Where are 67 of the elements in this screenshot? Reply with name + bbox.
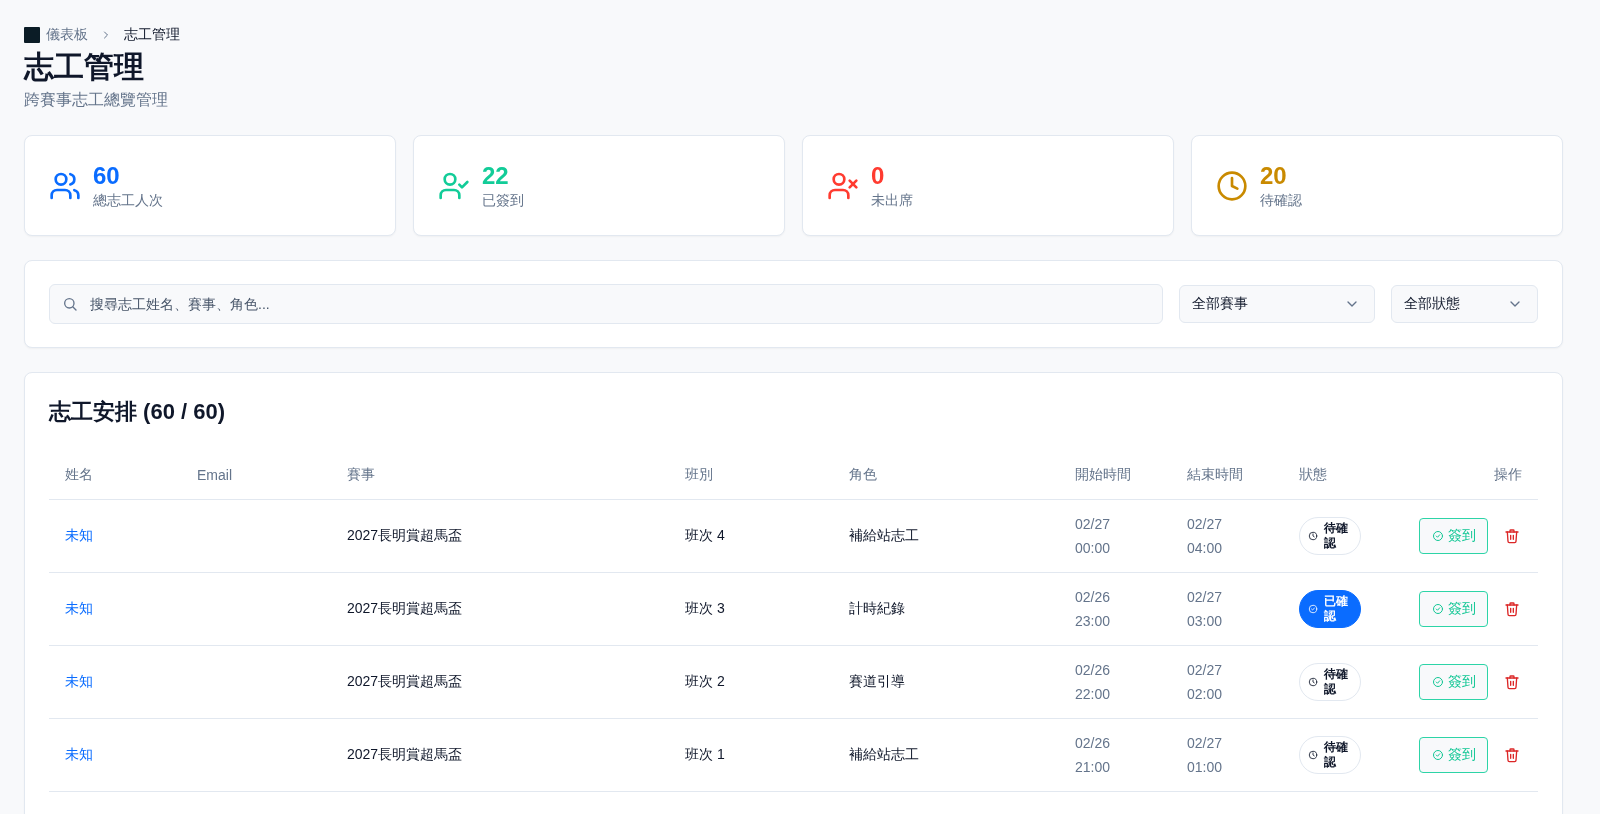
search-icon [62, 296, 78, 312]
table-cell: 計時紀錄 [849, 600, 905, 616]
trash-icon [1504, 674, 1520, 690]
column-header: 開始時間 [1075, 466, 1131, 482]
time-cell-text: 02/27 01:00 [1187, 734, 1224, 777]
filter-dropdown[interactable]: 全部賽事 [1179, 285, 1375, 323]
stat-value: 0 [871, 161, 886, 190]
stat-value: 22 [482, 161, 510, 190]
breadcrumb-link[interactable]: 儀表板 [46, 26, 88, 44]
column-header: 結束時間 [1187, 466, 1243, 482]
table-cell: 班次 1 [685, 746, 725, 762]
table-cell: 班次 2 [685, 673, 725, 689]
search-input[interactable]: 搜尋志工姓名、賽事、角色... [88, 295, 1150, 313]
check-circle-icon [1308, 604, 1318, 614]
clock-icon [1308, 677, 1318, 687]
clock-icon [1308, 750, 1318, 760]
volunteer-name-link[interactable]: 未知 [65, 600, 93, 616]
table-cell: 班次 4 [685, 527, 725, 543]
check-circle-icon [1431, 530, 1444, 542]
stat-label: 待確認 [1260, 191, 1302, 210]
status-badge: 待確認 [1299, 517, 1361, 555]
stat-label: 未出席 [871, 191, 913, 210]
table-cell: 2027長明賞超馬盃 [347, 746, 463, 762]
trash-icon [1504, 601, 1520, 617]
trash-icon [1504, 528, 1520, 544]
time-cell-text: 02/26 22:00 [1075, 661, 1112, 704]
page-title: 志工管理 [24, 49, 145, 85]
table-cell: 2027長明賞超馬盃 [347, 600, 463, 616]
check-circle-icon [1431, 749, 1444, 761]
column-header: 角色 [849, 466, 877, 482]
table-cell: 班次 3 [685, 600, 725, 616]
stat-value: 20 [1260, 161, 1288, 190]
check-circle-icon [1431, 676, 1444, 688]
volunteer-name-link[interactable]: 未知 [65, 527, 93, 543]
time-cell-text: 02/27 00:00 [1075, 515, 1112, 558]
table-cell: 2027長明賞超馬盃 [347, 527, 463, 543]
column-header: 賽事 [347, 466, 375, 482]
volunteer-name-link[interactable]: 未知 [65, 673, 93, 689]
stat-label: 總志工人次 [93, 191, 163, 210]
volunteer-name-link[interactable]: 未知 [65, 746, 93, 762]
column-header: 狀態 [1299, 466, 1327, 482]
time-cell-text: 02/26 21:00 [1075, 734, 1112, 777]
column-header: 操作 [1494, 466, 1522, 482]
time-cell-text: 02/27 02:00 [1187, 661, 1224, 704]
stat-label: 已簽到 [482, 191, 524, 210]
page-subtitle: 跨賽事志工總覽管理 [24, 90, 169, 110]
column-header: Email [197, 467, 232, 483]
status-badge: 待確認 [1299, 663, 1361, 701]
search-field[interactable]: 搜尋志工姓名、賽事、角色... [49, 284, 1163, 324]
time-cell-text: 02/27 03:00 [1187, 588, 1224, 631]
column-header: 姓名 [65, 466, 93, 482]
column-header: 班別 [685, 466, 713, 482]
check-circle-icon [1431, 603, 1444, 615]
status-badge: 已確認 [1299, 590, 1361, 628]
time-cell-text: 02/27 04:00 [1187, 515, 1224, 558]
stat-value: 60 [93, 161, 121, 190]
trash-icon [1504, 747, 1520, 763]
table-cell: 補給站志工 [849, 527, 919, 543]
filter-dropdown[interactable]: 全部狀態 [1391, 285, 1538, 323]
table-cell: 補給站志工 [849, 746, 919, 762]
status-badge: 待確認 [1299, 736, 1361, 774]
table-title: 志工安排 (60 / 60) [49, 398, 227, 426]
table-cell: 2027長明賞超馬盃 [347, 673, 463, 689]
time-cell-text: 02/26 23:00 [1075, 588, 1112, 631]
table-cell: 賽道引導 [849, 673, 905, 689]
logo-icon [24, 27, 40, 43]
clock-icon [1308, 531, 1318, 541]
